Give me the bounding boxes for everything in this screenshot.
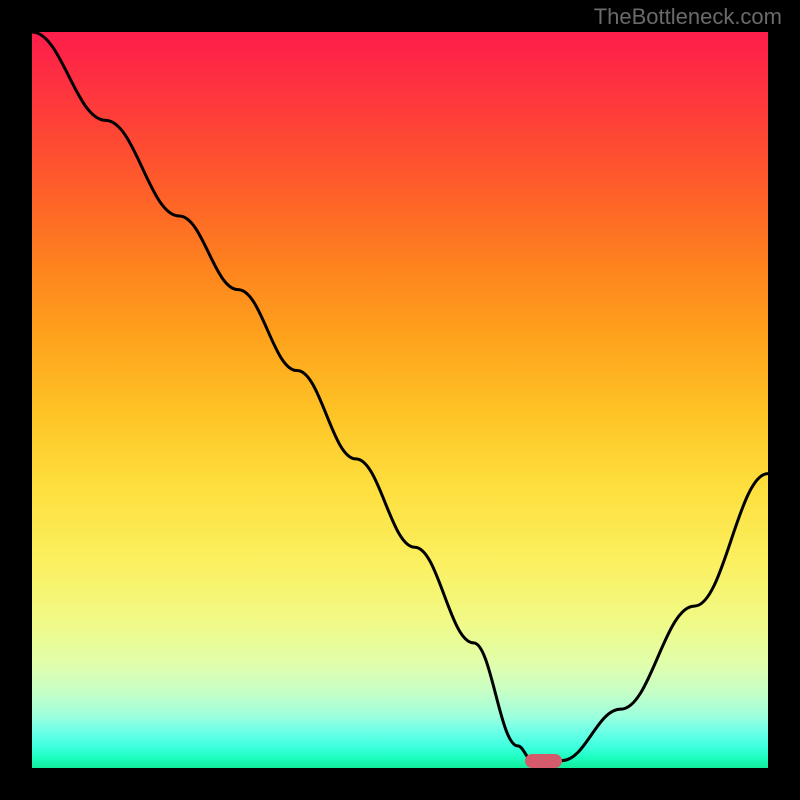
- attribution-text: TheBottleneck.com: [594, 4, 782, 30]
- bottleneck-curve: [32, 32, 768, 761]
- plot-area: [32, 32, 768, 768]
- optimal-marker: [525, 754, 562, 768]
- curve-svg: [32, 32, 768, 768]
